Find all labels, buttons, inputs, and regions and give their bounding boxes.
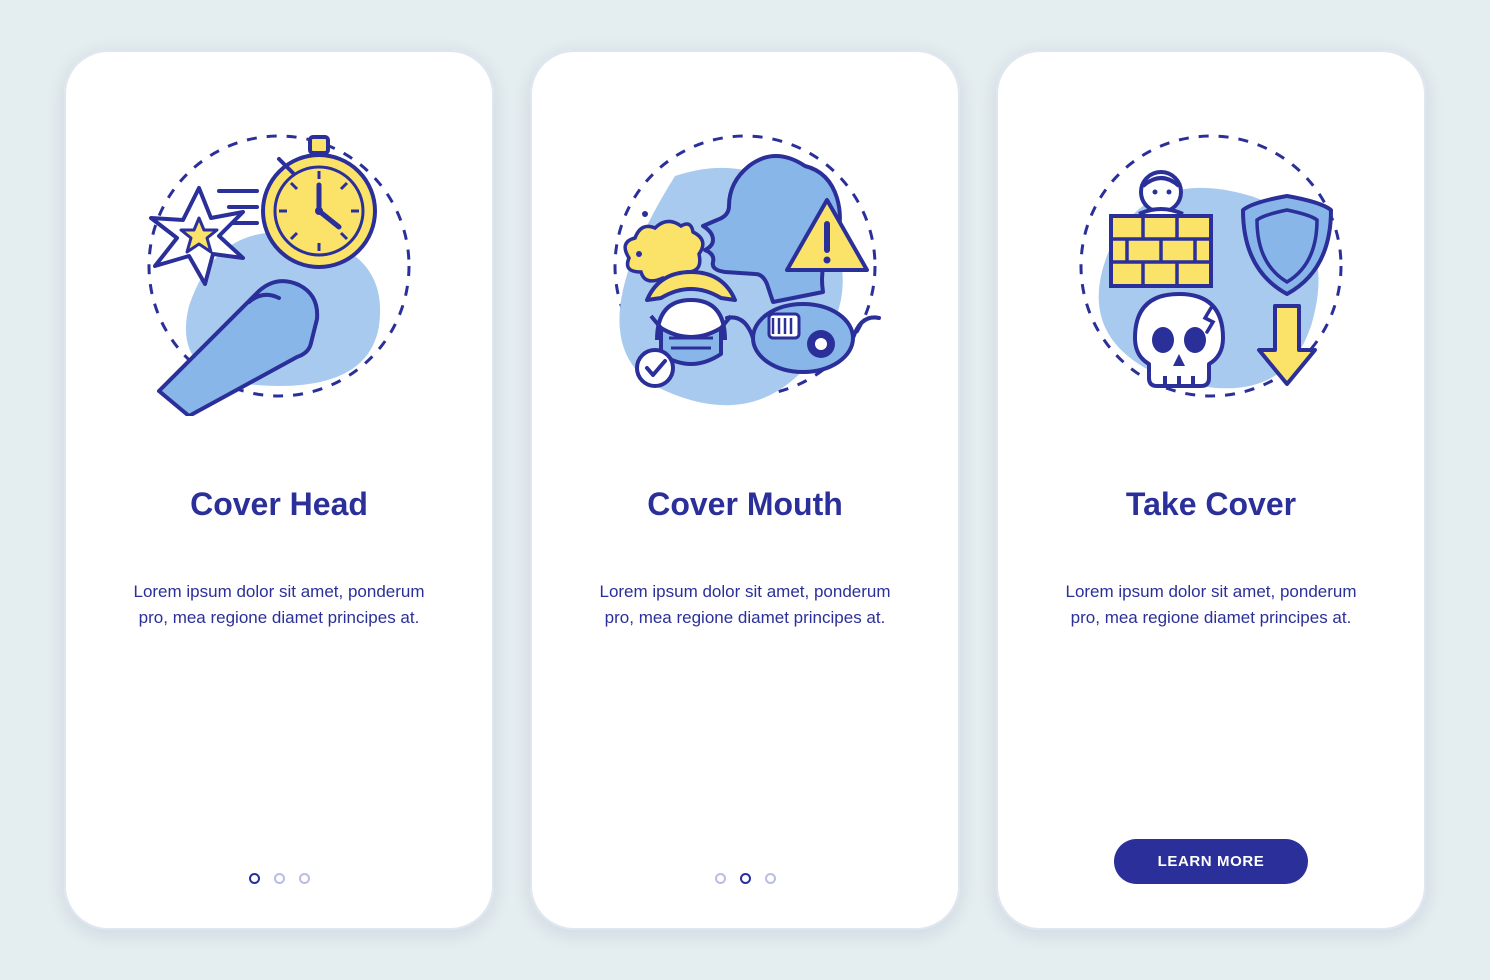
screen-title: Take Cover <box>1126 486 1296 523</box>
take-cover-icon <box>1061 116 1361 416</box>
pagination <box>64 873 494 884</box>
onboarding-screen-1: Cover Head Lorem ipsum dolor sit amet, p… <box>64 50 494 930</box>
learn-more-button[interactable]: LEARN MORE <box>1114 839 1309 884</box>
screen-title: Cover Head <box>190 486 368 523</box>
onboarding-screen-3: Take Cover Lorem ipsum dolor sit amet, p… <box>996 50 1426 930</box>
pagination-dot-2[interactable] <box>740 873 751 884</box>
onboarding-screen-2: Cover Mouth Lorem ipsum dolor sit amet, … <box>530 50 960 930</box>
cta-area: LEARN MORE <box>996 839 1426 884</box>
screen-description: Lorem ipsum dolor sit amet, ponderum pro… <box>119 579 439 632</box>
screen-description: Lorem ipsum dolor sit amet, ponderum pro… <box>1051 579 1371 632</box>
pagination-dot-1[interactable] <box>715 873 726 884</box>
pagination-dot-3[interactable] <box>299 873 310 884</box>
screen-title: Cover Mouth <box>647 486 843 523</box>
pagination-dot-3[interactable] <box>765 873 776 884</box>
pagination <box>530 873 960 884</box>
cover-mouth-icon <box>595 116 895 416</box>
screen-description: Lorem ipsum dolor sit amet, ponderum pro… <box>585 579 905 632</box>
pagination-dot-2[interactable] <box>274 873 285 884</box>
pagination-dot-1[interactable] <box>249 873 260 884</box>
cover-head-icon <box>129 116 429 416</box>
